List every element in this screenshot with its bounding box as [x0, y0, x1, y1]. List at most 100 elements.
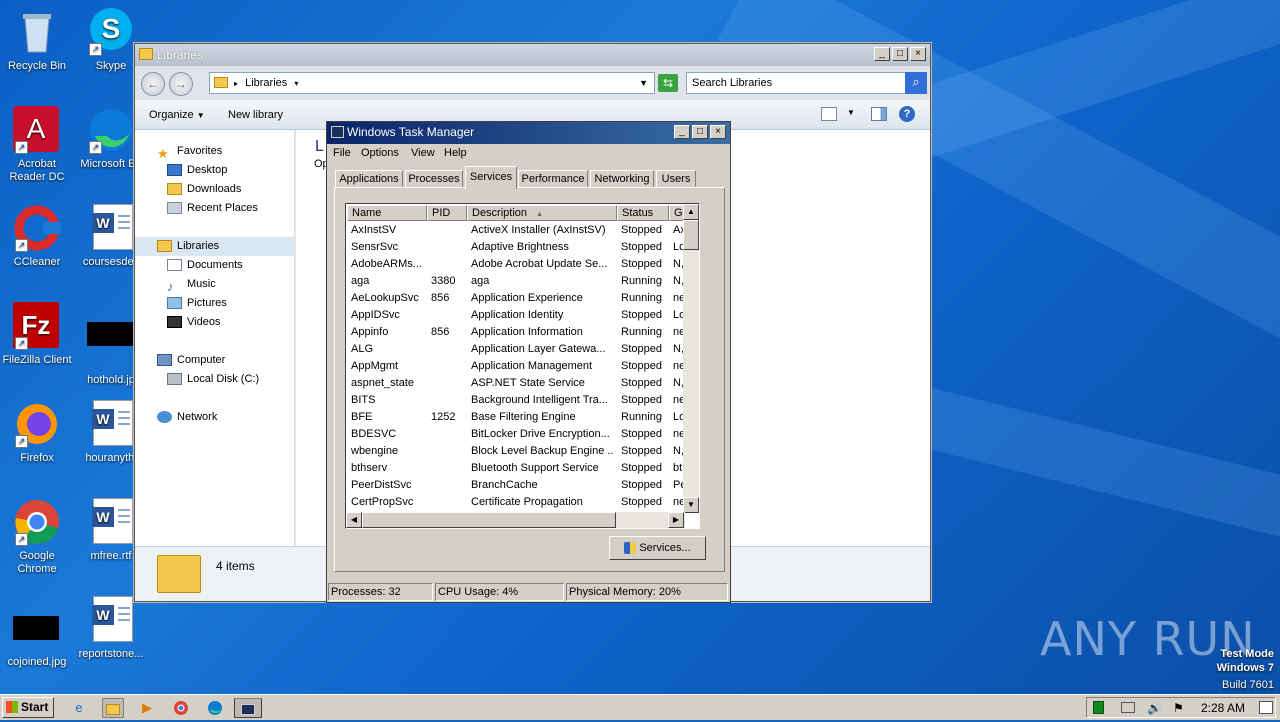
service-row[interactable]: BFE 1252 Base Filtering Engine Running Lo — [346, 409, 686, 426]
tab-performance[interactable]: Performance — [518, 170, 588, 188]
desktop-icon-reportstone[interactable]: W reportstone... — [74, 596, 148, 661]
flag-icon[interactable]: ⚑ — [1173, 701, 1184, 715]
menu-file[interactable]: File — [333, 147, 351, 159]
horizontal-scrollbar[interactable]: ◀ ▶ — [346, 512, 685, 528]
minimize-button[interactable]: _ — [874, 47, 890, 61]
nav-documents[interactable]: Documents — [167, 257, 243, 274]
services-list[interactable]: Name PID Description ▲ Status G AxInstSV… — [345, 203, 700, 529]
menu-help[interactable]: Help — [444, 147, 467, 159]
service-row[interactable]: CertPropSvc Certificate Propagation Stoppe… — [346, 494, 686, 511]
search-icon[interactable]: ⌕ — [905, 72, 927, 94]
address-dropdown-icon[interactable]: ▼ — [639, 73, 648, 93]
nav-libraries[interactable]: Libraries — [157, 238, 219, 255]
clock[interactable]: 2:28 AM — [1201, 701, 1245, 715]
preview-pane-icon[interactable] — [871, 107, 887, 121]
search-input[interactable]: Search Libraries — [686, 72, 907, 94]
service-pid: 1252 — [431, 411, 456, 423]
organize-button[interactable]: Organize ▼ — [149, 109, 205, 121]
service-row[interactable]: PeerDistSvc BranchCache Stopped Pe — [346, 477, 686, 494]
service-row[interactable]: AeLookupSvc 856 Application Experience Runn… — [346, 290, 686, 307]
chevron-down-icon[interactable]: ▾ — [294, 79, 298, 88]
service-row[interactable]: SensrSvc Adaptive Brightness Stopped Lo — [346, 239, 686, 256]
service-row[interactable]: AdobeARMs... Adobe Acrobat Update Se... St… — [346, 256, 686, 273]
explorer-titlebar[interactable]: Libraries _ □ × — [135, 44, 930, 66]
tab-users[interactable]: Users — [656, 170, 696, 188]
scroll-thumb[interactable] — [683, 220, 699, 250]
chrome-taskbar-icon[interactable] — [170, 698, 192, 718]
service-row[interactable]: AxInstSV ActiveX Installer (AxInstSV) Stop… — [346, 222, 686, 239]
desktop-icon-recycle-bin[interactable]: Recycle Bin — [0, 8, 74, 73]
service-row[interactable]: aspnet_state ASP.NET State Service Stopped… — [346, 375, 686, 392]
new-library-button[interactable]: New library — [228, 109, 283, 121]
maximize-button[interactable]: □ — [892, 47, 908, 61]
nav-downloads[interactable]: Downloads — [167, 181, 241, 198]
column-description[interactable]: Description ▲ — [467, 205, 617, 221]
desktop-icon-ccleaner[interactable]: ↗ CCleaner — [0, 204, 74, 269]
desktop-icon-firefox[interactable]: ↗ Firefox — [0, 400, 74, 465]
internet-explorer-icon[interactable]: e — [68, 698, 90, 718]
scroll-down-icon[interactable]: ▼ — [683, 497, 699, 513]
task-manager-titlebar[interactable]: Windows Task Manager _ □ × — [327, 122, 730, 144]
breadcrumb-libraries[interactable]: Libraries — [245, 77, 287, 89]
close-button[interactable]: × — [710, 125, 726, 139]
help-icon[interactable]: ? — [899, 106, 915, 122]
nav-desktop[interactable]: Desktop — [167, 162, 227, 179]
column-name[interactable]: Name — [347, 205, 427, 221]
back-button[interactable]: ← — [141, 72, 165, 96]
nav-pictures[interactable]: Pictures — [167, 295, 227, 312]
desktop-icon-chrome[interactable]: ↗ Google Chrome — [0, 498, 74, 576]
service-status: Stopped — [621, 360, 662, 372]
forward-button[interactable]: → — [169, 72, 193, 96]
service-row[interactable]: ALG Application Layer Gatewa... Stopped N, — [346, 341, 686, 358]
task-manager-taskbar-button[interactable] — [234, 698, 262, 718]
breadcrumb-arrow-icon[interactable]: ▸ — [234, 79, 238, 88]
column-status[interactable]: Status — [617, 205, 669, 221]
service-row[interactable]: BDESVC BitLocker Drive Encryption... Stopp… — [346, 426, 686, 443]
menu-view[interactable]: View — [411, 147, 435, 159]
scroll-right-icon[interactable]: ▶ — [668, 512, 684, 528]
edge-taskbar-icon[interactable] — [204, 698, 226, 718]
nav-local-disk[interactable]: Local Disk (C:) — [167, 371, 259, 388]
service-row[interactable]: AppIDSvc Application Identity Stopped Lo — [346, 307, 686, 324]
maximize-button[interactable]: □ — [692, 125, 708, 139]
services-button[interactable]: Services... — [609, 536, 706, 560]
service-row[interactable]: AppMgmt Application Management Stopped ne — [346, 358, 686, 375]
tab-applications[interactable]: Applications — [335, 170, 403, 188]
show-desktop-icon[interactable] — [1259, 701, 1273, 714]
service-row[interactable]: wbengine Block Level Backup Engine ... Sto… — [346, 443, 686, 460]
column-pid[interactable]: PID — [427, 205, 467, 221]
performance-meter-icon[interactable] — [1093, 701, 1104, 714]
desktop-icon-acrobat[interactable]: A ↗ Acrobat Reader DC — [0, 106, 74, 184]
nav-recent-places[interactable]: Recent Places — [167, 200, 258, 217]
service-row[interactable]: bthserv Bluetooth Support Service Stopped b… — [346, 460, 686, 477]
tab-processes[interactable]: Processes — [405, 170, 463, 188]
close-button[interactable]: × — [910, 47, 926, 61]
service-row[interactable]: BITS Background Intelligent Tra... Stopped… — [346, 392, 686, 409]
view-options-icon[interactable] — [821, 107, 837, 121]
nav-music[interactable]: ♪ Music — [167, 276, 216, 294]
chevron-down-icon[interactable]: ▼ — [847, 108, 855, 117]
menu-options[interactable]: Options — [361, 147, 399, 159]
vertical-scrollbar[interactable]: ▲ ▼ — [683, 204, 699, 513]
minimize-button[interactable]: _ — [674, 125, 690, 139]
media-player-icon[interactable]: ▶ — [136, 698, 158, 718]
tab-networking[interactable]: Networking — [590, 170, 654, 188]
network-tray-icon[interactable] — [1121, 702, 1135, 713]
nav-computer[interactable]: Computer — [157, 352, 225, 369]
scroll-up-icon[interactable]: ▲ — [683, 204, 699, 220]
service-row[interactable]: Appinfo 856 Application Information Running… — [346, 324, 686, 341]
tab-services[interactable]: Services — [465, 166, 517, 189]
nav-favorites[interactable]: ★ Favorites — [157, 143, 222, 161]
scroll-thumb[interactable] — [362, 512, 616, 528]
nav-videos[interactable]: Videos — [167, 314, 220, 331]
refresh-button[interactable]: ⇆ — [658, 74, 678, 92]
nav-network[interactable]: Network — [157, 409, 217, 426]
address-bar[interactable]: ▸ Libraries ▾ ▼ — [209, 72, 655, 94]
start-button[interactable]: Start — [2, 697, 54, 718]
desktop-icon-filezilla[interactable]: Fz ↗ FileZilla Client — [0, 302, 74, 367]
service-row[interactable]: aga 3380 aga Running N, — [346, 273, 686, 290]
explorer-taskbar-button[interactable] — [102, 698, 124, 718]
desktop-icon-cojoined[interactable]: cojoined.jpg — [0, 606, 74, 669]
scroll-left-icon[interactable]: ◀ — [346, 512, 362, 528]
volume-icon[interactable]: 🔊 — [1147, 701, 1162, 715]
